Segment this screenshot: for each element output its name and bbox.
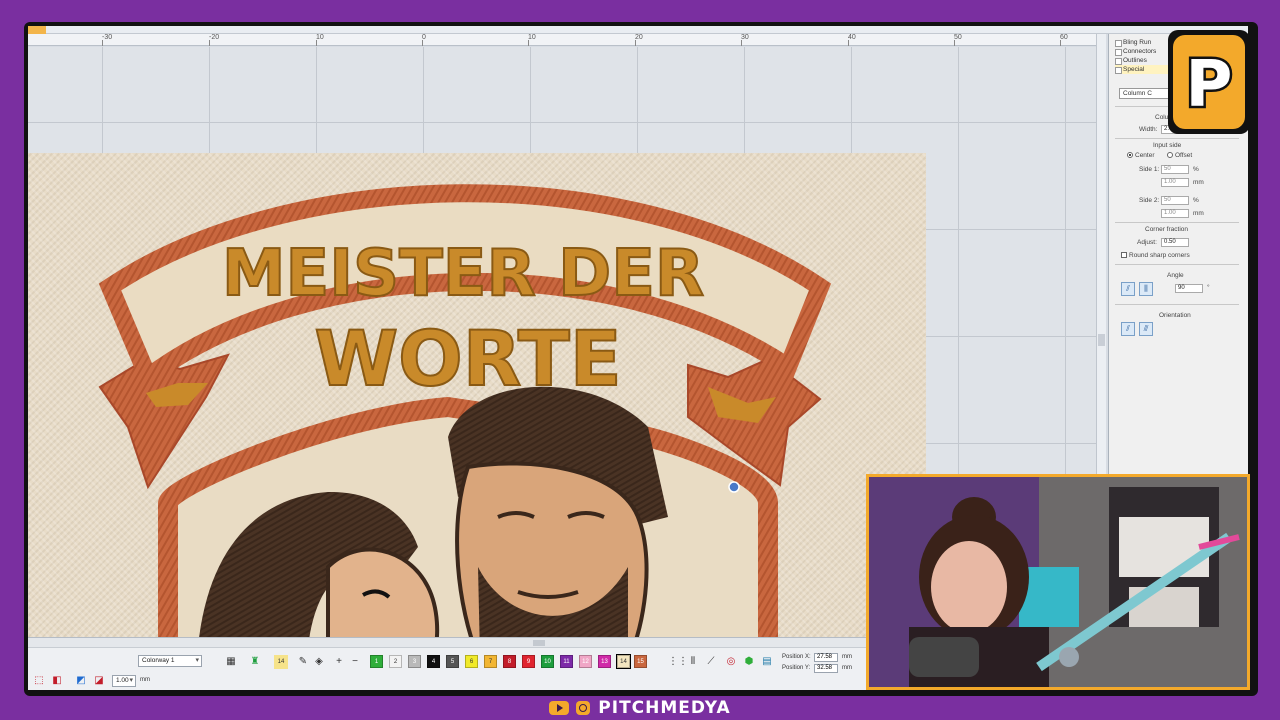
channel-handle: PITCHMEDYA [598, 698, 731, 718]
ruler-tick: 60 [1060, 34, 1068, 46]
color-swatch-10[interactable]: 10 [541, 655, 554, 668]
adjust-label: Adjust: [1137, 239, 1157, 246]
side2-mm-unit: mm [1193, 210, 1204, 217]
add-color-icon[interactable]: + [332, 655, 346, 669]
adjust-input[interactable]: 0.50 [1161, 238, 1189, 247]
color-swatch-8[interactable]: 8 [503, 655, 516, 668]
side1-label: Side 1: [1139, 166, 1160, 173]
ruler-tick: 10 [528, 34, 536, 46]
ruler-tick: 20 [635, 34, 643, 46]
grid-icon[interactable]: ▦ [224, 655, 238, 669]
ruler-tick: 40 [848, 34, 856, 46]
logo-p-icon: P [1173, 35, 1245, 129]
center-radio[interactable] [1127, 152, 1133, 158]
banner-line-1: MEISTER DER [222, 237, 704, 311]
ruler-tick: -20 [209, 34, 220, 46]
color-swatch-11[interactable]: 11 [560, 655, 573, 668]
position-y-label: Position Y: [782, 665, 811, 671]
side1-percent-input[interactable]: 50 [1161, 165, 1189, 174]
orientation-label: Orientation [1159, 312, 1191, 319]
side1-pct-unit: % [1193, 166, 1199, 173]
ruler-tick: 50 [954, 34, 962, 46]
side1-mm-input[interactable]: 1.00 [1161, 178, 1189, 187]
cube-icon[interactable]: ⬢ [742, 655, 756, 669]
side1-mm-unit: mm [1193, 179, 1204, 186]
position-y-unit: mm [842, 665, 852, 671]
ruler-tick: 0 [422, 34, 426, 46]
instagram-icon [575, 701, 590, 715]
position-x-unit: mm [842, 654, 852, 660]
eyedropper-icon[interactable]: ✎ [296, 655, 310, 669]
angle-multi-icon[interactable]: ⫼ [1139, 282, 1153, 296]
angle-input[interactable]: 90 [1175, 284, 1203, 293]
position-y-input[interactable]: 32.58 [814, 664, 838, 673]
color-swatch-4[interactable]: 4 [427, 655, 440, 668]
line-icon[interactable]: ⟋ [704, 655, 718, 669]
round-corners-checkbox[interactable] [1121, 252, 1127, 258]
app-mark-icon [28, 26, 46, 34]
shape-tool-icon[interactable]: ◧ [50, 674, 64, 688]
color-swatch-13[interactable]: 13 [598, 655, 611, 668]
position-x-label: Position X: [782, 654, 811, 660]
offset-radio[interactable] [1167, 152, 1173, 158]
round-corners-label: Round sharp corners [1129, 252, 1190, 259]
color-swatch-3[interactable]: 3 [408, 655, 421, 668]
table-icon[interactable]: ▤ [760, 655, 774, 669]
ruler-tick: 10 [316, 34, 324, 46]
channel-footer: PITCHMEDYA [0, 698, 1280, 720]
color-swatch-5[interactable]: 5 [446, 655, 459, 668]
zoom-unit: mm [140, 677, 150, 683]
horizontal-ruler: -30 -20 10 0 10 20 30 40 50 60 [28, 34, 1096, 46]
colorway-select[interactable]: Colorway 1 [138, 655, 202, 667]
color-swatch-1[interactable]: 1 [370, 655, 383, 668]
color-swatch-12[interactable]: 12 [579, 655, 592, 668]
angle-mode-icon[interactable]: ⫽ [1121, 282, 1135, 296]
title-strip [28, 26, 1248, 34]
webcam-overlay [866, 474, 1250, 690]
sequence-icon[interactable]: ⋮⋮ [668, 655, 688, 669]
input-side-label: Input side [1153, 142, 1182, 149]
zoom-input[interactable]: 1.00 [112, 675, 136, 687]
side2-percent-input[interactable]: 50 [1161, 196, 1189, 205]
ruler-tick: 30 [741, 34, 749, 46]
color-swatch-6[interactable]: 6 [465, 655, 478, 668]
offset-label: Offset [1175, 152, 1193, 159]
side2-label: Side 2: [1139, 197, 1160, 204]
angle-label: Angle [1167, 272, 1184, 279]
side2-pct-unit: % [1193, 197, 1199, 204]
ruler-tick: -30 [102, 34, 113, 46]
node-tool-icon[interactable]: ◩ [74, 674, 88, 688]
position-x-input[interactable]: 27.58 [814, 653, 838, 662]
swatch-14-icon[interactable]: 14 [274, 655, 288, 669]
circle-icon[interactable]: ◎ [724, 655, 738, 669]
webcam-scene [869, 477, 1247, 687]
angle-unit: ° [1207, 284, 1210, 291]
orientation-right-icon[interactable]: ⫻ [1139, 322, 1153, 336]
color-swatch-15[interactable]: 15 [634, 655, 647, 668]
thread-icon[interactable]: ♜ [248, 655, 262, 669]
color-swatch-7[interactable]: 7 [484, 655, 497, 668]
channel-logo: P [1168, 30, 1250, 134]
select-tool-icon[interactable]: ⬚ [32, 674, 46, 688]
logo-letter: P [1186, 48, 1233, 122]
columns-icon[interactable]: ⫴ [686, 655, 700, 669]
center-label: Center [1135, 152, 1155, 159]
corner-fraction-label: Corner fraction [1145, 226, 1188, 233]
color-swatch-9[interactable]: 9 [522, 655, 535, 668]
orientation-left-icon[interactable]: ⫽ [1121, 322, 1135, 336]
side2-mm-input[interactable]: 1.00 [1161, 209, 1189, 218]
youtube-icon [549, 701, 570, 715]
fill-icon[interactable]: ◈ [312, 655, 326, 669]
remove-color-icon[interactable]: − [348, 655, 362, 669]
color-swatch-2[interactable]: 2 [389, 655, 402, 668]
node-handle[interactable] [728, 481, 740, 493]
width-label: Width: [1139, 126, 1158, 133]
path-tool-icon[interactable]: ◪ [92, 674, 106, 688]
color-swatch-14[interactable]: 14 [616, 654, 631, 669]
banner-line-2: WORTE [314, 314, 621, 403]
